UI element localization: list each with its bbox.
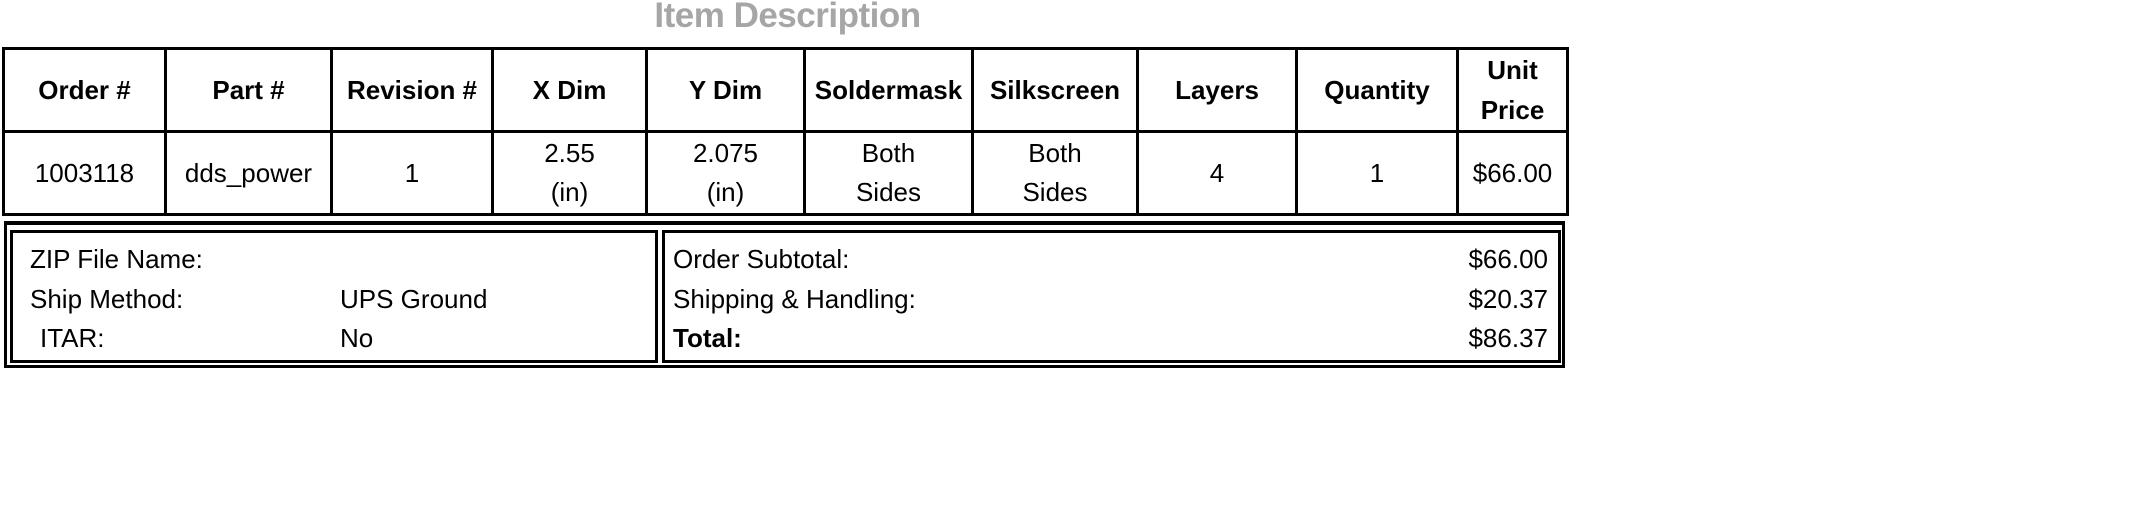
- section-title: Item Description: [654, 0, 921, 35]
- cell-x-dim: 2.55 (in): [491, 130, 648, 216]
- header-revision-number: Revision #: [330, 47, 494, 133]
- cell-y-dim: 2.075 (in): [645, 130, 806, 216]
- cell-order-number: 1003118: [2, 130, 167, 216]
- totals-box: Order Subtotal: $66.00 Shipping & Handli…: [662, 230, 1561, 363]
- subtotal-label: Order Subtotal:: [673, 244, 850, 274]
- cell-part-number: dds_power: [164, 130, 333, 216]
- zip-file-label: ZIP File Name:: [30, 244, 203, 274]
- total-value: $86.37: [1468, 323, 1548, 353]
- header-soldermask: Soldermask: [803, 47, 974, 133]
- shipping-value: $20.37: [1468, 284, 1548, 314]
- cell-soldermask: Both Sides: [803, 130, 974, 216]
- subtotal-value: $66.00: [1468, 244, 1548, 274]
- header-quantity: Quantity: [1295, 47, 1459, 133]
- item-table: Order # Part # Revision # X Dim Y Dim So…: [2, 47, 1569, 216]
- header-y-dim: Y Dim: [645, 47, 806, 133]
- shipping-label: Shipping & Handling:: [673, 284, 916, 314]
- header-layers: Layers: [1136, 47, 1298, 133]
- cell-quantity: 1: [1295, 130, 1459, 216]
- order-summary-panel: ZIP File Name: Ship Method: UPS Ground I…: [4, 221, 1565, 368]
- cell-unit-price: $66.00: [1456, 130, 1569, 216]
- header-order-number: Order #: [2, 47, 167, 133]
- cell-silkscreen: Both Sides: [971, 130, 1139, 216]
- itar-value: No: [340, 323, 374, 353]
- table-row: 1003118 dds_power 1 2.55 (in) 2.075 (in)…: [2, 130, 1569, 216]
- header-row: Order # Part # Revision # X Dim Y Dim So…: [2, 47, 1569, 133]
- header-unit-price: Unit Price: [1456, 47, 1569, 133]
- total-label: Total:: [673, 323, 742, 353]
- ship-method-label: Ship Method:: [30, 284, 184, 314]
- cell-layers: 4: [1136, 130, 1298, 216]
- itar-label: ITAR:: [40, 323, 105, 353]
- header-part-number: Part #: [164, 47, 333, 133]
- ship-method-value: UPS Ground: [340, 284, 488, 314]
- cell-revision-number: 1: [330, 130, 494, 216]
- header-silkscreen: Silkscreen: [971, 47, 1139, 133]
- order-document: Item Description Order # Part # Revision…: [0, 0, 1569, 372]
- header-x-dim: X Dim: [491, 47, 648, 133]
- file-info-box: ZIP File Name: Ship Method: UPS Ground I…: [10, 230, 658, 363]
